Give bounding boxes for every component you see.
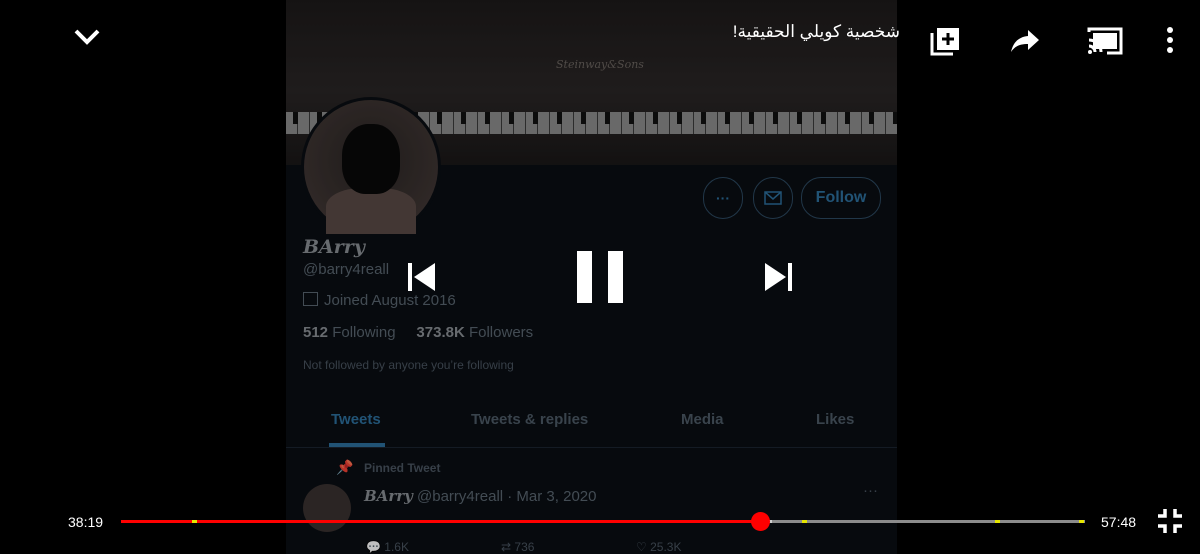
video-title: شخصية كويلي الحقيقية! (732, 22, 900, 41)
cast-icon (1087, 27, 1123, 55)
chevron-down-icon (74, 29, 100, 45)
seek-bar-scrubber[interactable] (751, 512, 771, 531)
share-button[interactable] (1010, 28, 1040, 59)
skip-previous-icon (408, 263, 435, 291)
pause-icon (577, 251, 623, 303)
pause-button[interactable] (577, 251, 623, 308)
cast-button[interactable] (1087, 26, 1123, 61)
previous-button[interactable] (405, 262, 437, 297)
seek-bar-played[interactable] (121, 520, 761, 523)
chapter-marker (192, 520, 198, 523)
next-button[interactable] (763, 262, 795, 297)
share-icon (1011, 30, 1039, 52)
more-options-button[interactable] (1164, 26, 1176, 59)
current-time: 38:19 (68, 514, 104, 530)
chapter-marker (1079, 520, 1085, 523)
add-to-queue-button[interactable] (929, 25, 961, 62)
add-to-queue-icon (930, 28, 959, 56)
skip-next-icon (765, 263, 792, 291)
chapter-marker (995, 520, 1001, 523)
duration: 57:48 (1101, 514, 1137, 530)
exit-fullscreen-button[interactable] (1157, 508, 1183, 539)
more-vertical-icon (1167, 27, 1173, 53)
exit-fullscreen-icon (1158, 509, 1182, 533)
minimize-button[interactable] (72, 24, 102, 53)
chapter-marker (802, 520, 808, 523)
